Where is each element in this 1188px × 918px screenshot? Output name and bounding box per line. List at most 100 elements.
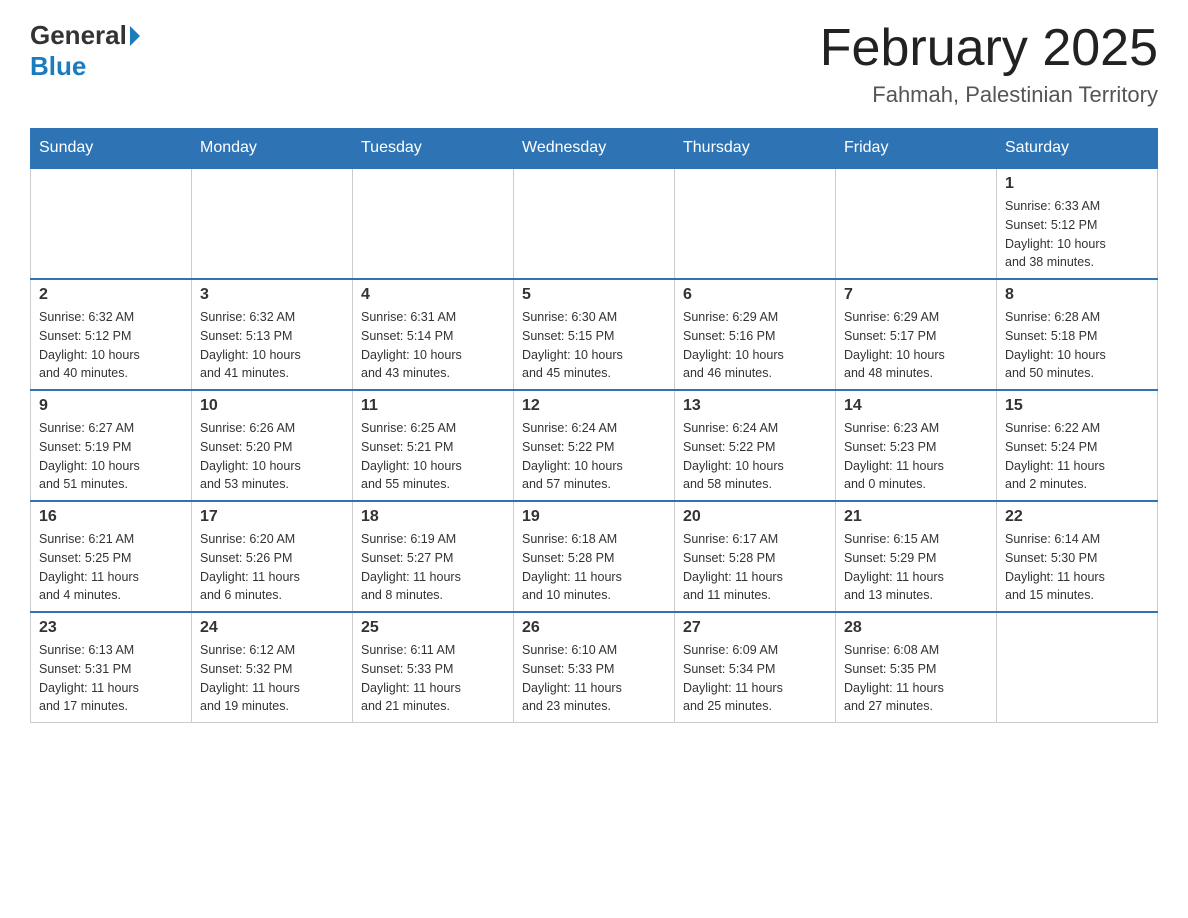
weekday-header-sunday: Sunday [31, 129, 192, 169]
logo-general: General [30, 20, 140, 51]
day-info: Sunrise: 6:23 AMSunset: 5:23 PMDaylight:… [844, 419, 988, 494]
calendar-cell: 12 Sunrise: 6:24 AMSunset: 5:22 PMDayligh… [514, 390, 675, 501]
day-number: 24 [200, 619, 344, 637]
day-info: Sunrise: 6:20 AMSunset: 5:26 PMDaylight:… [200, 530, 344, 605]
day-info: Sunrise: 6:30 AMSunset: 5:15 PMDaylight:… [522, 308, 666, 383]
calendar-cell: 14 Sunrise: 6:23 AMSunset: 5:23 PMDayligh… [836, 390, 997, 501]
calendar-cell: 7 Sunrise: 6:29 AMSunset: 5:17 PMDaylight… [836, 279, 997, 390]
calendar-cell: 11Sunrise: 6:25 AMSunset: 5:21 PMDayligh… [353, 390, 514, 501]
day-number: 4 [361, 286, 505, 304]
day-info: Sunrise: 6:24 AMSunset: 5:22 PMDaylight:… [683, 419, 827, 494]
logo: General Blue [30, 20, 140, 82]
day-info: Sunrise: 6:21 AMSunset: 5:25 PMDaylight:… [39, 530, 183, 605]
calendar-cell: 16 Sunrise: 6:21 AMSunset: 5:25 PMDayligh… [31, 501, 192, 612]
day-info: Sunrise: 6:24 AMSunset: 5:22 PMDaylight:… [522, 419, 666, 494]
day-number: 2 [39, 286, 183, 304]
day-info: Sunrise: 6:15 AMSunset: 5:29 PMDaylight:… [844, 530, 988, 605]
day-info: Sunrise: 6:25 AMSunset: 5:21 PMDaylight:… [361, 419, 505, 494]
weekday-header-thursday: Thursday [675, 129, 836, 169]
day-number: 16 [39, 508, 183, 526]
calendar-cell: 27 Sunrise: 6:09 AMSunset: 5:34 PMDayligh… [675, 612, 836, 723]
weekday-header-wednesday: Wednesday [514, 129, 675, 169]
day-info: Sunrise: 6:10 AMSunset: 5:33 PMDaylight:… [522, 641, 666, 716]
day-number: 14 [844, 397, 988, 415]
calendar-cell [192, 168, 353, 279]
calendar-cell: 23 Sunrise: 6:13 AMSunset: 5:31 PMDayligh… [31, 612, 192, 723]
calendar-cell [31, 168, 192, 279]
day-info: Sunrise: 6:29 AMSunset: 5:16 PMDaylight:… [683, 308, 827, 383]
calendar-header-row: SundayMondayTuesdayWednesdayThursdayFrid… [31, 129, 1158, 169]
calendar-cell [836, 168, 997, 279]
page-header: General Blue February 2025 Fahmah, Pales… [30, 20, 1158, 108]
day-number: 15 [1005, 397, 1149, 415]
calendar-cell: 26 Sunrise: 6:10 AMSunset: 5:33 PMDayligh… [514, 612, 675, 723]
title-section: February 2025 Fahmah, Palestinian Territ… [820, 20, 1158, 108]
logo-blue: Blue [30, 51, 86, 82]
calendar-cell: 1 Sunrise: 6:33 AMSunset: 5:12 PMDaylight… [997, 168, 1158, 279]
calendar-cell: 13 Sunrise: 6:24 AMSunset: 5:22 PMDayligh… [675, 390, 836, 501]
calendar-cell: 25 Sunrise: 6:11 AMSunset: 5:33 PMDayligh… [353, 612, 514, 723]
calendar-cell: 19 Sunrise: 6:18 AMSunset: 5:28 PMDayligh… [514, 501, 675, 612]
calendar-cell: 4 Sunrise: 6:31 AMSunset: 5:14 PMDaylight… [353, 279, 514, 390]
day-number: 1 [1005, 175, 1149, 193]
day-info: Sunrise: 6:08 AMSunset: 5:35 PMDaylight:… [844, 641, 988, 716]
calendar-table: SundayMondayTuesdayWednesdayThursdayFrid… [30, 128, 1158, 723]
calendar-cell: 18 Sunrise: 6:19 AMSunset: 5:27 PMDayligh… [353, 501, 514, 612]
day-number: 9 [39, 397, 183, 415]
calendar-cell: 2 Sunrise: 6:32 AMSunset: 5:12 PMDaylight… [31, 279, 192, 390]
calendar-cell [353, 168, 514, 279]
day-info: Sunrise: 6:13 AMSunset: 5:31 PMDaylight:… [39, 641, 183, 716]
day-info: Sunrise: 6:18 AMSunset: 5:28 PMDaylight:… [522, 530, 666, 605]
day-info: Sunrise: 6:32 AMSunset: 5:12 PMDaylight:… [39, 308, 183, 383]
weekday-header-monday: Monday [192, 129, 353, 169]
calendar-cell: 24 Sunrise: 6:12 AMSunset: 5:32 PMDayligh… [192, 612, 353, 723]
day-info: Sunrise: 6:11 AMSunset: 5:33 PMDaylight:… [361, 641, 505, 716]
calendar-cell [675, 168, 836, 279]
day-number: 6 [683, 286, 827, 304]
day-number: 23 [39, 619, 183, 637]
day-number: 10 [200, 397, 344, 415]
day-info: Sunrise: 6:26 AMSunset: 5:20 PMDaylight:… [200, 419, 344, 494]
day-number: 13 [683, 397, 827, 415]
calendar-cell: 6 Sunrise: 6:29 AMSunset: 5:16 PMDaylight… [675, 279, 836, 390]
day-number: 21 [844, 508, 988, 526]
day-number: 3 [200, 286, 344, 304]
day-info: Sunrise: 6:09 AMSunset: 5:34 PMDaylight:… [683, 641, 827, 716]
day-number: 17 [200, 508, 344, 526]
day-number: 18 [361, 508, 505, 526]
calendar-week-3: 9Sunrise: 6:27 AMSunset: 5:19 PMDaylight… [31, 390, 1158, 501]
day-number: 26 [522, 619, 666, 637]
calendar-cell: 17 Sunrise: 6:20 AMSunset: 5:26 PMDayligh… [192, 501, 353, 612]
calendar-cell: 22 Sunrise: 6:14 AMSunset: 5:30 PMDayligh… [997, 501, 1158, 612]
day-info: Sunrise: 6:19 AMSunset: 5:27 PMDaylight:… [361, 530, 505, 605]
day-info: Sunrise: 6:33 AMSunset: 5:12 PMDaylight:… [1005, 197, 1149, 272]
day-info: Sunrise: 6:29 AMSunset: 5:17 PMDaylight:… [844, 308, 988, 383]
day-number: 8 [1005, 286, 1149, 304]
calendar-cell: 21 Sunrise: 6:15 AMSunset: 5:29 PMDayligh… [836, 501, 997, 612]
day-number: 5 [522, 286, 666, 304]
calendar-cell [514, 168, 675, 279]
day-info: Sunrise: 6:14 AMSunset: 5:30 PMDaylight:… [1005, 530, 1149, 605]
weekday-header-friday: Friday [836, 129, 997, 169]
day-info: Sunrise: 6:12 AMSunset: 5:32 PMDaylight:… [200, 641, 344, 716]
day-info: Sunrise: 6:31 AMSunset: 5:14 PMDaylight:… [361, 308, 505, 383]
calendar-week-2: 2 Sunrise: 6:32 AMSunset: 5:12 PMDaylight… [31, 279, 1158, 390]
weekday-header-saturday: Saturday [997, 129, 1158, 169]
calendar-cell: 9Sunrise: 6:27 AMSunset: 5:19 PMDaylight… [31, 390, 192, 501]
calendar-cell: 15Sunrise: 6:22 AMSunset: 5:24 PMDayligh… [997, 390, 1158, 501]
day-number: 25 [361, 619, 505, 637]
weekday-header-tuesday: Tuesday [353, 129, 514, 169]
day-number: 7 [844, 286, 988, 304]
logo-arrow-icon [130, 26, 140, 46]
day-number: 12 [522, 397, 666, 415]
day-info: Sunrise: 6:28 AMSunset: 5:18 PMDaylight:… [1005, 308, 1149, 383]
day-number: 22 [1005, 508, 1149, 526]
calendar-week-1: 1 Sunrise: 6:33 AMSunset: 5:12 PMDaylight… [31, 168, 1158, 279]
month-title: February 2025 [820, 20, 1158, 77]
calendar-cell: 10 Sunrise: 6:26 AMSunset: 5:20 PMDayligh… [192, 390, 353, 501]
day-number: 20 [683, 508, 827, 526]
calendar-cell: 28Sunrise: 6:08 AMSunset: 5:35 PMDayligh… [836, 612, 997, 723]
day-number: 19 [522, 508, 666, 526]
location-title: Fahmah, Palestinian Territory [820, 82, 1158, 108]
day-number: 27 [683, 619, 827, 637]
